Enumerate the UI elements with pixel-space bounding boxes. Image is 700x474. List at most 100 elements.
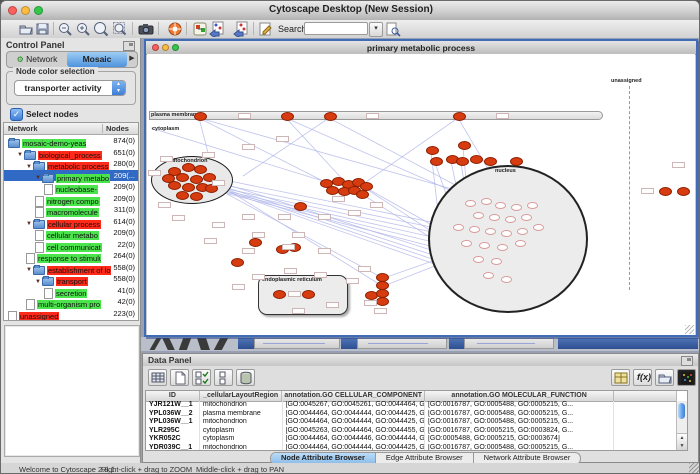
node-color-dropdown[interactable]: transporter activity ▲▼ xyxy=(14,80,126,96)
tab-mosaic[interactable]: Mosaic xyxy=(67,52,127,67)
tree-item-primary-metabo[interactable]: ▼primary metabo209(... xyxy=(4,170,138,182)
network-node[interactable] xyxy=(294,202,307,211)
import-attributes-icon[interactable] xyxy=(233,21,249,37)
table-cell[interactable]: [GO:0044464, GO:0044446, GO:0044444, G..… xyxy=(283,435,425,444)
window-resize-grip[interactable] xyxy=(689,463,699,473)
network-node[interactable] xyxy=(510,157,523,166)
network-node[interactable] xyxy=(324,112,337,121)
table-cell[interactable]: [GO:0044464, GO:0044444, GO:0044425, G..… xyxy=(283,410,425,419)
search-input[interactable] xyxy=(304,22,368,35)
column-header[interactable]: annotation.GO CELLULAR_COMPONENT xyxy=(282,391,424,401)
open-attribute-icon[interactable] xyxy=(655,369,674,386)
tree-header[interactable]: Network Nodes xyxy=(4,123,138,135)
table-cell[interactable]: [GO:0045263, GO:0044464, GO:0044455, G..… xyxy=(283,427,425,436)
network-node[interactable] xyxy=(458,141,471,150)
network-node[interactable] xyxy=(426,146,439,155)
tree-item-biological-process[interactable]: ▼biological_process651(0) xyxy=(4,147,138,159)
network-view-titlebar[interactable]: primary metabolic process xyxy=(146,41,696,55)
table-cell[interactable]: cytoplasm xyxy=(200,435,283,444)
table-row[interactable]: YDR039C__1mitochondrion[GO:0044464, GO:0… xyxy=(146,444,677,452)
tree-item-response-to-stimulu[interactable]: response to stimulu264(0) xyxy=(4,250,138,262)
tree-item-secretion[interactable]: secretion41(0) xyxy=(4,285,138,297)
table-row[interactable]: YLR295Ccytoplasm[GO:0045263, GO:0044464,… xyxy=(146,427,677,436)
network-node[interactable] xyxy=(430,157,443,166)
zoom-fit-icon[interactable] xyxy=(112,21,128,37)
float-panel-icon[interactable] xyxy=(681,356,693,366)
table-cell[interactable]: YPL036W__1 xyxy=(146,418,200,427)
network-node[interactable] xyxy=(677,187,690,196)
table-cell[interactable]: YLR295C xyxy=(146,427,200,436)
table-cell[interactable] xyxy=(614,401,677,410)
network-node[interactable] xyxy=(194,112,207,121)
attribute-table[interactable]: ID_cellularLayoutRegionannotation.GO CEL… xyxy=(145,390,688,451)
table-row[interactable]: YJR121W__1mitochondrion[GO:0045267, GO:0… xyxy=(146,401,677,410)
tree-item-metabolic-process[interactable]: ▼metabolic process280(0) xyxy=(4,158,138,170)
network-node[interactable] xyxy=(479,242,490,249)
network-node[interactable] xyxy=(515,240,526,247)
tree-item-cellular-metabo[interactable]: cellular metabo209(0) xyxy=(4,227,138,239)
table-cell[interactable] xyxy=(614,427,677,436)
network-node[interactable] xyxy=(527,202,538,209)
table-cell[interactable]: YDR039C__1 xyxy=(146,444,200,452)
snapshot-icon[interactable] xyxy=(138,21,154,37)
table-cell[interactable]: [GO:0016787, GO:0005488, GO:0005215, G..… xyxy=(425,401,614,410)
table-scrollbar-thumb[interactable] xyxy=(678,403,685,419)
network-node[interactable] xyxy=(497,244,508,251)
delete-attribute-icon[interactable] xyxy=(236,369,255,386)
table-cell[interactable] xyxy=(614,444,677,452)
zoom-out-icon[interactable] xyxy=(57,21,73,37)
network-node[interactable] xyxy=(168,181,181,190)
help-lifering-icon[interactable] xyxy=(167,21,183,37)
table-cell[interactable]: YJR121W__1 xyxy=(146,401,200,410)
table-cell[interactable]: mitochondrion xyxy=(200,418,283,427)
table-cell[interactable]: YKR052C xyxy=(146,435,200,444)
network-node[interactable] xyxy=(302,290,315,299)
search-options-icon[interactable] xyxy=(385,21,401,37)
select-nodes-checkbox[interactable]: ✓ xyxy=(10,108,23,121)
table-cell[interactable]: [GO:0016787, GO:0005488, GO:0005215, G..… xyxy=(425,410,614,419)
network-node[interactable] xyxy=(249,238,262,247)
network-node[interactable] xyxy=(489,214,500,221)
network-node[interactable] xyxy=(483,272,494,279)
network-node[interactable] xyxy=(182,163,195,172)
tree-item-overview[interactable]: Overview8(0) xyxy=(4,319,138,321)
import-network-icon[interactable] xyxy=(209,21,225,37)
network-node[interactable] xyxy=(453,112,466,121)
tree-item-cell-communicat[interactable]: cell communicat22(0) xyxy=(4,239,138,251)
network-node[interactable] xyxy=(453,224,464,231)
tree-item-transport[interactable]: ▼transport558(0) xyxy=(4,273,138,285)
network-node[interactable] xyxy=(481,198,492,205)
network-node[interactable] xyxy=(273,290,286,299)
select-attributes-icon[interactable] xyxy=(192,369,211,386)
network-node[interactable] xyxy=(456,157,469,166)
column-header[interactable]: ID xyxy=(146,391,200,401)
network-node[interactable] xyxy=(231,258,244,267)
tree-header-divider[interactable] xyxy=(102,124,103,133)
network-node[interactable] xyxy=(495,202,506,209)
tree-item-cellular-process[interactable]: ▼cellular process614(0) xyxy=(4,216,138,228)
network-node[interactable] xyxy=(469,226,480,233)
formula-icon[interactable]: f(x) xyxy=(633,369,652,386)
attribute-table-icon[interactable] xyxy=(148,369,167,386)
network-view-frame[interactable]: primary metabolic process plasma membran… xyxy=(144,39,698,337)
table-row[interactable]: YPL036W__2plasma membrane[GO:0044464, GO… xyxy=(146,410,677,419)
network-node[interactable] xyxy=(501,230,512,237)
network-node[interactable] xyxy=(484,157,497,166)
unselect-attributes-icon[interactable] xyxy=(214,369,233,386)
network-node[interactable] xyxy=(511,204,522,211)
zoom-selected-icon[interactable] xyxy=(93,21,109,37)
network-node[interactable] xyxy=(176,173,189,182)
new-attribute-icon[interactable] xyxy=(170,369,189,386)
table-cell[interactable] xyxy=(614,410,677,419)
tree-item-nitrogen-compo[interactable]: nitrogen compo209(0) xyxy=(4,193,138,205)
table-cell[interactable]: [GO:0044464, GO:0044444, GO:0044425, G..… xyxy=(283,444,425,452)
tree-item-macromolecule[interactable]: macromolecule311(0) xyxy=(4,204,138,216)
float-panel-icon[interactable] xyxy=(123,41,135,51)
table-cell[interactable]: [GO:0016787, GO:0005488, GO:0005215, G..… xyxy=(425,418,614,427)
tree-item-multi-organism-pro[interactable]: multi-organism pro42(0) xyxy=(4,296,138,308)
column-header[interactable]: _cellularLayoutRegion xyxy=(200,391,283,401)
network-node[interactable] xyxy=(517,228,528,235)
table-cell[interactable]: YPL036W__2 xyxy=(146,410,200,419)
network-node[interactable] xyxy=(176,191,189,200)
network-node[interactable] xyxy=(465,200,476,207)
